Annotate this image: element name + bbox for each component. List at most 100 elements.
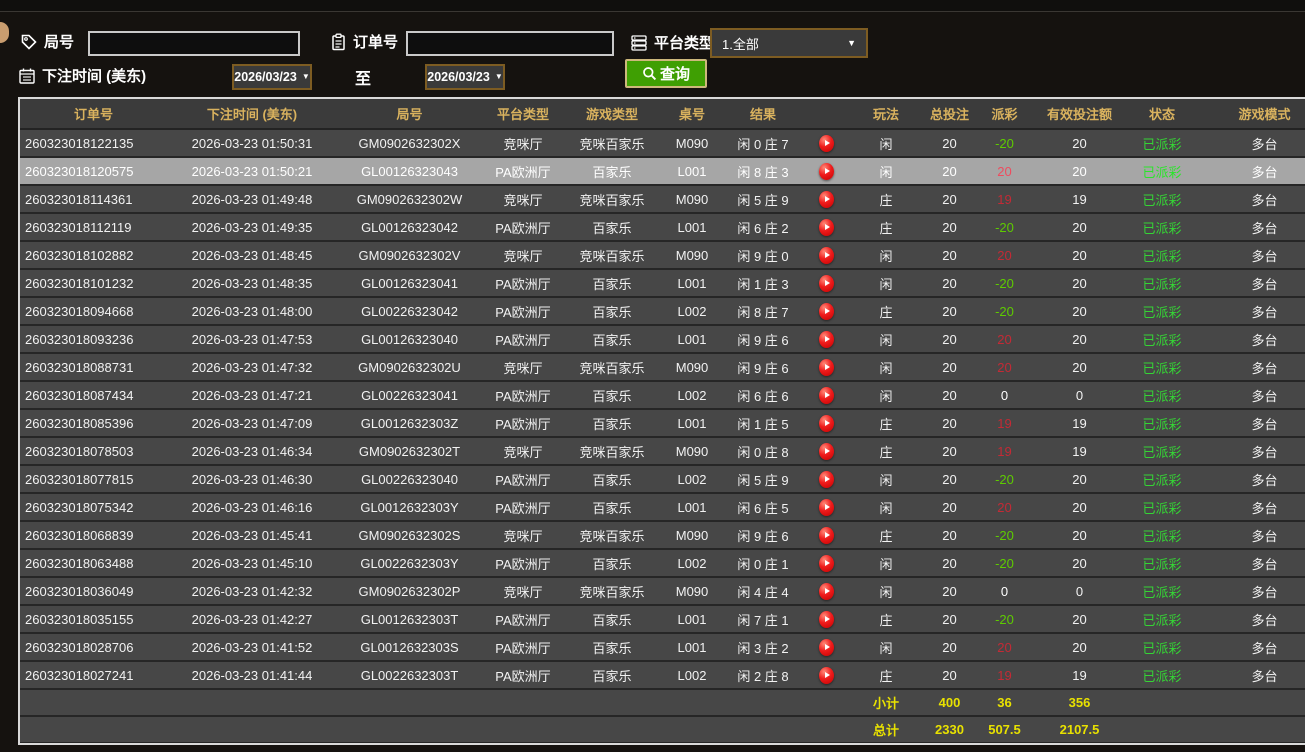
cell-video bbox=[802, 633, 850, 662]
platform-type-select[interactable]: 1.全部 ▼ bbox=[710, 28, 868, 58]
cell-order: 260323018035155 bbox=[20, 605, 167, 634]
cell-platform: PA欧洲厅 bbox=[482, 213, 564, 242]
cell-order: 260323018028706 bbox=[20, 633, 167, 662]
cell-valid-bet: 19 bbox=[1032, 661, 1127, 690]
table-row[interactable]: 260323018078503 2026-03-23 01:46:34 GM09… bbox=[20, 437, 1305, 466]
table-row[interactable]: 260323018101232 2026-03-23 01:48:35 GL00… bbox=[20, 269, 1305, 298]
table-row[interactable]: 260323018122135 2026-03-23 01:50:31 GM09… bbox=[20, 129, 1305, 158]
play-video-button[interactable] bbox=[818, 246, 834, 264]
play-video-button[interactable] bbox=[818, 414, 834, 432]
table-row[interactable]: 260323018087434 2026-03-23 01:47:21 GL00… bbox=[20, 381, 1305, 410]
cell-payout: 19 bbox=[977, 185, 1032, 214]
cell-time: 2026-03-23 01:48:00 bbox=[167, 297, 337, 326]
play-video-button[interactable] bbox=[818, 554, 834, 572]
bet-time-label-group: 下注时间 (美东) bbox=[18, 65, 146, 86]
play-video-button[interactable] bbox=[818, 470, 834, 488]
grand-total-payout: 507.5 bbox=[977, 716, 1032, 743]
table-row[interactable]: 260323018094668 2026-03-23 01:48:00 GL00… bbox=[20, 297, 1305, 326]
cell-video bbox=[802, 437, 850, 466]
panel-collapse-handle[interactable] bbox=[0, 22, 9, 43]
play-video-button[interactable] bbox=[818, 582, 834, 600]
cell-valid-bet: 20 bbox=[1032, 297, 1127, 326]
play-video-button[interactable] bbox=[818, 162, 834, 180]
cell-total-bet: 20 bbox=[922, 577, 977, 606]
table-row[interactable]: 260323018114361 2026-03-23 01:49:48 GM09… bbox=[20, 185, 1305, 214]
table-row[interactable]: 260323018102882 2026-03-23 01:48:45 GM09… bbox=[20, 241, 1305, 270]
top-divider bbox=[0, 11, 1305, 12]
table-row[interactable]: 260323018120575 2026-03-23 01:50:21 GL00… bbox=[20, 157, 1305, 186]
top-strip bbox=[0, 0, 1305, 11]
subtotal-row: 小计 400 36 356 bbox=[20, 689, 1305, 717]
table-row[interactable]: 260323018077815 2026-03-23 01:46:30 GL00… bbox=[20, 465, 1305, 494]
cell-game-type: 百家乐 bbox=[564, 213, 660, 242]
cell-platform: 竞咪厅 bbox=[482, 129, 564, 158]
play-video-button[interactable] bbox=[818, 526, 834, 544]
cell-table: M090 bbox=[660, 241, 724, 270]
table-row[interactable]: 260323018112119 2026-03-23 01:49:35 GL00… bbox=[20, 213, 1305, 242]
cell-result: 闲 9 庄 6 bbox=[724, 353, 802, 382]
play-video-button[interactable] bbox=[818, 638, 834, 656]
cell-total-bet: 20 bbox=[922, 409, 977, 438]
cell-video bbox=[802, 185, 850, 214]
play-video-button[interactable] bbox=[818, 498, 834, 516]
play-video-button[interactable] bbox=[818, 302, 834, 320]
cell-video bbox=[802, 549, 850, 578]
play-video-button[interactable] bbox=[818, 190, 834, 208]
cell-table: L002 bbox=[660, 381, 724, 410]
cell-status: 已派彩 bbox=[1127, 241, 1197, 270]
cell-valid-bet: 20 bbox=[1032, 353, 1127, 382]
order-number-input[interactable] bbox=[406, 31, 614, 56]
table-row[interactable]: 260323018075342 2026-03-23 01:46:16 GL00… bbox=[20, 493, 1305, 522]
col-header-round: 局号 bbox=[337, 99, 482, 130]
cell-game-type: 竞咪百家乐 bbox=[564, 437, 660, 466]
table-row[interactable]: 260323018036049 2026-03-23 01:42:32 GM09… bbox=[20, 577, 1305, 606]
cell-order: 260323018085396 bbox=[20, 409, 167, 438]
date-from-picker[interactable]: 2026/03/23 ▼ bbox=[232, 64, 312, 90]
cell-time: 2026-03-23 01:42:32 bbox=[167, 577, 337, 606]
cell-result: 闲 8 庄 7 bbox=[724, 297, 802, 326]
date-to-picker[interactable]: 2026/03/23 ▼ bbox=[425, 64, 505, 90]
cell-payout: -20 bbox=[977, 297, 1032, 326]
table-row[interactable]: 260323018088731 2026-03-23 01:47:32 GM09… bbox=[20, 353, 1305, 382]
cell-order: 260323018112119 bbox=[20, 213, 167, 242]
cell-platform: PA欧洲厅 bbox=[482, 381, 564, 410]
cell-order: 260323018088731 bbox=[20, 353, 167, 382]
server-stack-icon bbox=[631, 34, 647, 51]
cell-video bbox=[802, 465, 850, 494]
cell-status: 已派彩 bbox=[1127, 269, 1197, 298]
table-row[interactable]: 260323018028706 2026-03-23 01:41:52 GL00… bbox=[20, 633, 1305, 662]
play-video-button[interactable] bbox=[818, 610, 834, 628]
table-row[interactable]: 260323018068839 2026-03-23 01:45:41 GM09… bbox=[20, 521, 1305, 550]
table-row[interactable]: 260323018027241 2026-03-23 01:41:44 GL00… bbox=[20, 661, 1305, 690]
round-number-input[interactable] bbox=[88, 31, 300, 56]
cell-order: 260323018120575 bbox=[20, 157, 167, 186]
cell-time: 2026-03-23 01:46:16 bbox=[167, 493, 337, 522]
table-row[interactable]: 260323018085396 2026-03-23 01:47:09 GL00… bbox=[20, 409, 1305, 438]
table-row[interactable]: 260323018035155 2026-03-23 01:42:27 GL00… bbox=[20, 605, 1305, 634]
cell-payout: 0 bbox=[977, 381, 1032, 410]
play-video-button[interactable] bbox=[818, 358, 834, 376]
cell-result: 闲 8 庄 3 bbox=[724, 157, 802, 186]
col-header-order: 订单号 bbox=[20, 99, 167, 130]
table-row[interactable]: 260323018093236 2026-03-23 01:47:53 GL00… bbox=[20, 325, 1305, 354]
cell-round: GM0902632302S bbox=[337, 521, 482, 550]
play-video-button[interactable] bbox=[818, 330, 834, 348]
magnifier-icon bbox=[643, 67, 657, 81]
play-video-button[interactable] bbox=[818, 134, 834, 152]
play-video-button[interactable] bbox=[818, 666, 834, 684]
cell-valid-bet: 20 bbox=[1032, 549, 1127, 578]
cell-payout: -20 bbox=[977, 213, 1032, 242]
table-row[interactable]: 260323018063488 2026-03-23 01:45:10 GL00… bbox=[20, 549, 1305, 578]
cell-result: 闲 0 庄 7 bbox=[724, 129, 802, 158]
cell-status: 已派彩 bbox=[1127, 157, 1197, 186]
cell-game-type: 百家乐 bbox=[564, 549, 660, 578]
cell-result: 闲 5 庄 9 bbox=[724, 465, 802, 494]
play-video-button[interactable] bbox=[818, 386, 834, 404]
play-video-button[interactable] bbox=[818, 442, 834, 460]
query-button[interactable]: 查询 bbox=[625, 59, 707, 88]
grand-total-row: 总计 2330 507.5 2107.5 bbox=[20, 716, 1305, 743]
play-video-button[interactable] bbox=[818, 218, 834, 236]
play-video-button[interactable] bbox=[818, 274, 834, 292]
round-number-label: 局号 bbox=[44, 34, 75, 51]
grand-total-status-spacer bbox=[1127, 716, 1197, 743]
